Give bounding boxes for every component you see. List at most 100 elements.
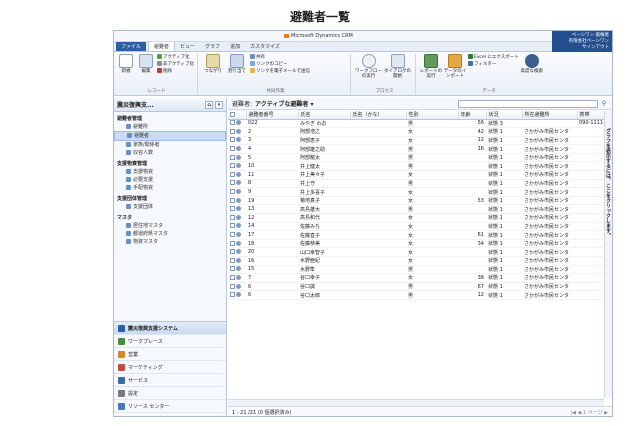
table-cell[interactable]: みやぎ わお xyxy=(298,119,350,129)
row-select-cell[interactable] xyxy=(228,170,246,180)
dialog-button[interactable]: ダイアログの開始 xyxy=(383,54,412,79)
workspace-item[interactable]: 震災復興支援システム xyxy=(114,322,226,335)
row-checkbox[interactable] xyxy=(230,189,235,195)
chart-pane-toggle[interactable]: グラフを表示するには、ここをクリックします。 xyxy=(604,128,612,238)
row-select-cell[interactable] xyxy=(228,187,246,197)
table-row[interactable]: 2 阿部浩之 女 42 状態 1 さかがみ市民センタ xyxy=(228,127,604,137)
table-cell[interactable]: 阿部雄之助 xyxy=(298,144,350,154)
share-button[interactable]: 共有 xyxy=(250,54,310,61)
home-icon[interactable]: ⌂ xyxy=(205,100,213,109)
column-header[interactable]: 氏名（かな） xyxy=(350,111,407,120)
table-row[interactable]: 18 佐藤恭美 女 34 状態 1 さかがみ市民センタ xyxy=(228,239,604,249)
import-button[interactable]: データのインポート xyxy=(443,54,467,79)
table-row[interactable]: 3 阿部恵子 女 12 状態 1 さかがみ市民センタ xyxy=(228,136,604,146)
workspace-item[interactable]: サービス xyxy=(114,374,226,387)
pager[interactable]: |◀ ◀ 1 ページ ▶ xyxy=(570,409,608,416)
row-checkbox[interactable] xyxy=(230,180,235,186)
nav-section-header[interactable]: 避難者管理 xyxy=(114,114,226,123)
table-row[interactable]: 16 水野亜紀 女 状態 1 さかがみ市民センタ xyxy=(228,256,604,266)
row-checkbox[interactable] xyxy=(230,240,235,246)
table-row[interactable]: 022みやぎ わお 男56状態 3 090-1111-1111 xyxy=(228,119,604,129)
row-checkbox[interactable] xyxy=(230,154,235,160)
send-link-button[interactable]: リンクを電子メールで送信 xyxy=(250,68,310,75)
nav-section-header[interactable]: 支援物資管理 xyxy=(114,159,226,168)
column-header[interactable]: 状況 xyxy=(486,111,523,120)
assign-button[interactable]: 割り当て xyxy=(225,54,249,74)
table-row[interactable]: 4 阿部雄之助 男 16 状態 1 さかがみ市民センタ xyxy=(228,144,604,154)
row-select-cell[interactable] xyxy=(228,256,246,266)
workspace-item[interactable]: リソース センター xyxy=(114,400,226,413)
table-row[interactable]: 10 井上健太 男 状態 1 さかがみ市民センタ xyxy=(228,161,604,172)
row-select-cell[interactable] xyxy=(228,239,246,249)
row-checkbox[interactable] xyxy=(230,266,235,272)
row-checkbox[interactable] xyxy=(230,292,235,298)
column-header[interactable]: 避難者番号 xyxy=(246,111,299,120)
table-cell[interactable]: 阿部恵子 xyxy=(298,136,350,146)
column-header[interactable]: 携帯 xyxy=(577,111,604,120)
row-select-cell[interactable] xyxy=(228,213,246,223)
table-row[interactable]: 8 井上守 男 状態 1 さかがみ市民センタ xyxy=(228,179,604,189)
nav-item[interactable]: 物資マスタ xyxy=(114,238,226,246)
table-row[interactable]: 19 菊地真子 女 53 状態 1 さかがみ市民センタ xyxy=(228,196,604,206)
tab-view[interactable]: ビュー xyxy=(175,42,200,51)
horizontal-scrollbar[interactable] xyxy=(228,399,604,406)
tab-evacuee[interactable]: 避難者 xyxy=(148,41,176,51)
row-select-cell[interactable] xyxy=(228,265,246,275)
column-header[interactable]: 氏名 xyxy=(298,111,351,120)
search-input[interactable] xyxy=(458,99,598,108)
row-checkbox[interactable] xyxy=(230,163,235,169)
nav-item[interactable]: 避難者 xyxy=(114,131,226,141)
column-header[interactable]: 性別 xyxy=(406,111,459,120)
delete-button[interactable]: 削除 xyxy=(156,68,194,75)
row-checkbox[interactable] xyxy=(230,120,235,126)
row-select-cell[interactable] xyxy=(228,119,246,129)
column-header[interactable]: 年齢 xyxy=(458,111,487,120)
nav-item[interactable]: 収容人数 xyxy=(114,149,226,157)
table-cell[interactable]: 井上美々子 xyxy=(298,170,350,180)
nav-section-header[interactable]: マスタ xyxy=(114,213,226,222)
row-checkbox[interactable] xyxy=(230,257,235,263)
row-checkbox[interactable] xyxy=(230,214,235,220)
row-checkbox[interactable] xyxy=(230,249,235,255)
table-row[interactable]: 7 谷口幸子 女 38 状態 1 さかがみ市民センタ xyxy=(228,273,604,283)
row-checkbox[interactable] xyxy=(230,171,235,177)
table-cell[interactable]: 高島雄大 xyxy=(298,204,350,215)
nav-item[interactable]: 避難所 xyxy=(114,123,226,131)
row-select-cell[interactable] xyxy=(228,161,246,172)
edit-button[interactable]: 編集 xyxy=(136,54,156,74)
table-row[interactable]: 6 谷口誠 男 67 状態 1 さかがみ市民センタ xyxy=(228,282,604,292)
row-select-cell[interactable] xyxy=(228,127,246,137)
export-button[interactable]: Excel にエクスポート xyxy=(468,54,519,61)
row-checkbox[interactable] xyxy=(230,274,235,280)
table-cell[interactable]: 菊地真子 xyxy=(298,196,350,206)
workspace-item[interactable]: 営業 xyxy=(114,348,226,361)
checkbox[interactable] xyxy=(230,111,235,117)
table-cell[interactable]: 阿部浩之 xyxy=(298,127,350,137)
row-select-cell[interactable] xyxy=(228,136,246,146)
activate-button[interactable]: アクティブ化 xyxy=(156,54,194,61)
table-cell[interactable]: 谷口太郎 xyxy=(298,290,350,300)
table-row[interactable]: 9 井上多喜子 女 状態 1 さかがみ市民センタ xyxy=(228,187,604,197)
search-icon[interactable]: ⚲ xyxy=(600,100,608,107)
table-cell[interactable]: 井上多喜子 xyxy=(298,187,350,197)
row-select-cell[interactable] xyxy=(228,153,246,163)
row-select-cell[interactable] xyxy=(228,204,246,215)
table-cell[interactable]: 佐藤直子 xyxy=(298,230,350,240)
table-cell[interactable]: 井上健太 xyxy=(298,161,350,172)
table-row[interactable]: 17 佐藤直子 女 61 状態 1 さかがみ市民センタ xyxy=(228,230,604,240)
nav-item[interactable]: 居住地マスタ xyxy=(114,222,226,230)
nav-section-header[interactable]: 支援団体管理 xyxy=(114,194,226,203)
signout-link[interactable]: サインアウト xyxy=(555,45,609,51)
workspace-item[interactable]: マーケティング xyxy=(114,361,226,374)
deactivate-button[interactable]: 非アクティブ化 xyxy=(156,61,194,68)
advanced-find-button[interactable]: 高度な検索 xyxy=(519,54,545,74)
row-select-cell[interactable] xyxy=(228,144,246,154)
nav-item[interactable]: 支援団体 xyxy=(114,203,226,211)
row-select-cell[interactable] xyxy=(228,196,246,206)
tab-customize[interactable]: カスタマイズ xyxy=(245,42,285,51)
select-all-checkbox[interactable] xyxy=(228,111,247,120)
row-select-cell[interactable] xyxy=(228,179,246,189)
tab-file[interactable]: ファイル xyxy=(116,42,147,51)
table-row[interactable]: 20 山口幸智子 女 状態 1 さかがみ市民センタ xyxy=(228,247,604,257)
recent-icon[interactable]: ▾ xyxy=(215,100,223,109)
